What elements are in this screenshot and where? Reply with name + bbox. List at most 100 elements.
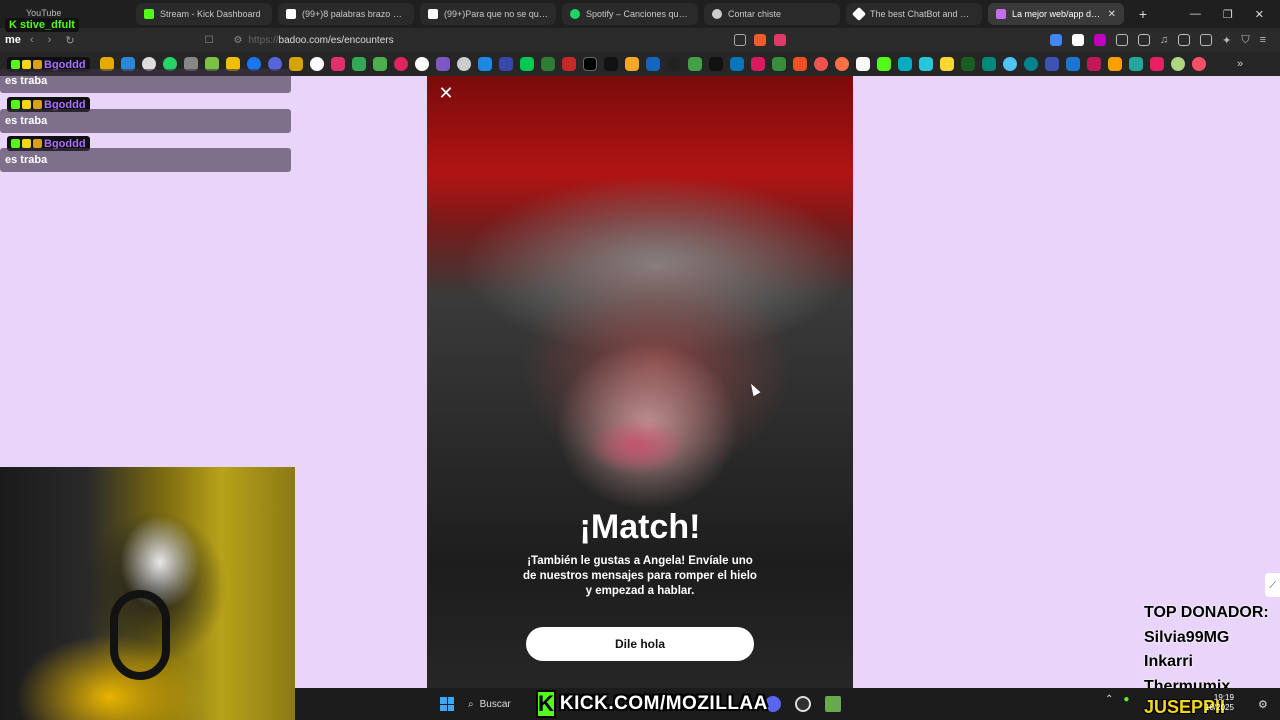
bookmark-icon[interactable] [751,57,765,71]
chat-message: es traba [0,148,291,172]
bookmark-icon[interactable] [982,57,996,71]
bookmark-icon[interactable] [562,57,576,71]
kick-icon: K [9,19,17,31]
tiktok-icon [286,9,296,19]
bookmark-icon[interactable] [625,57,639,71]
bookmark-icon[interactable] [667,57,681,71]
brave-rewards-icon[interactable] [773,34,786,46]
bookmark-icon[interactable] [373,57,387,71]
music-icon[interactable]: ♫ [1160,34,1168,47]
bookmark-icon[interactable] [814,57,828,71]
bookmark-icon[interactable] [520,57,534,71]
more-bookmarks-icon[interactable]: » [1237,58,1243,70]
bookmark-icon[interactable] [688,57,702,71]
bookmark-icon[interactable] [289,57,303,71]
bookmark-icon[interactable] [772,57,786,71]
headset-shape [110,590,170,680]
maps-icon[interactable] [352,57,366,71]
bookmark-icon[interactable] [1066,57,1080,71]
say-hello-button[interactable]: Dile hola [526,627,754,661]
bookmark-icon[interactable] [835,57,849,71]
microsoft-icon[interactable] [793,57,807,71]
bookmark-icon[interactable] [646,57,660,71]
match-subtitle: ¡También le gustas a Angela! Envíale uno… [523,555,757,597]
bookmark-icon[interactable] [1087,57,1101,71]
google-icon[interactable] [310,57,324,71]
url-field[interactable]: ⚙ https://badoo.com/es/encounters [234,35,394,46]
bookmark-icon[interactable] [1171,57,1185,71]
bookmark-icon[interactable] [415,57,429,71]
bookmark-star-icon[interactable]: ☐ [205,35,214,46]
bookmark-icon[interactable] [478,57,492,71]
minecraft-icon[interactable] [825,696,841,712]
minimize-button[interactable]: — [1190,8,1201,21]
tinder-icon[interactable] [1192,57,1206,71]
tab-badoo[interactable]: La mejor web/app de citas ✕ [988,3,1124,25]
vpn-shield-icon[interactable]: ⛉ [1241,34,1249,47]
new-tab-button[interactable]: + [1134,6,1152,22]
cast-icon[interactable] [733,34,746,46]
back-icon[interactable]: ‹ [30,34,34,47]
maximize-button[interactable]: ❐ [1223,8,1233,21]
tab-spotify[interactable]: Spotify – Canciones que te gustan [562,3,698,25]
chevron-up-icon[interactable]: ⌃ [1105,694,1113,705]
badoo-icon [996,9,1006,19]
obs-icon[interactable] [795,696,811,712]
bookmark-icon[interactable] [919,57,933,71]
leo-ai-icon[interactable]: ✦ [1222,34,1231,47]
bookmark-icon[interactable] [877,57,891,71]
side-panel-handle[interactable]: ⟋ [1265,573,1280,597]
translate-icon[interactable] [1049,33,1062,46]
site-info-icon[interactable]: ⚙ [234,35,243,46]
taskbar-search[interactable]: ⌕ Buscar [468,694,538,714]
bookmark-icon[interactable] [940,57,954,71]
close-window-button[interactable]: ✕ [1255,8,1264,21]
bookmark-icon[interactable] [541,57,555,71]
tab-chatbot-widgets[interactable]: The best ChatBot and Widgets [846,3,982,25]
bookmark-icon[interactable] [730,57,744,71]
chat-message-text: es traba [5,75,48,87]
tab-title: Spotify – Canciones que te gustan [586,9,690,19]
reload-icon[interactable]: ↻ [65,34,74,47]
taskbar-clock[interactable]: 19:19 10/2025 [1205,693,1234,713]
close-match-button[interactable]: ✕ [437,84,455,102]
sidebar-icon[interactable] [1178,33,1191,46]
bookmark-icon[interactable] [709,57,723,71]
banana-icon [22,60,31,69]
bookmark-icon[interactable] [961,57,975,71]
bookmark-icon[interactable] [1024,57,1038,71]
tiktok-icon[interactable] [604,57,618,71]
x-icon[interactable] [583,57,597,71]
bookmark-icon[interactable] [499,57,513,71]
puzzle-icon[interactable] [1115,33,1128,46]
bookmark-icon[interactable] [856,57,870,71]
tab-tiktok-1[interactable]: (99+)8 palabras brazo miserable [278,3,414,25]
extension-icon[interactable] [1093,33,1106,46]
ghost-tab-youtube: YouTube [26,8,62,18]
wallet-icon[interactable] [1200,33,1213,46]
bookmark-icon[interactable] [1108,57,1122,71]
spotify-icon [570,9,580,19]
bookmark-icon[interactable] [898,57,912,71]
start-button[interactable] [440,697,454,711]
bookmark-icon[interactable] [436,57,450,71]
bookmark-icon[interactable] [457,57,471,71]
extension-icon[interactable] [1071,33,1084,46]
bookmark-icon[interactable] [1003,57,1017,71]
brave-shield-icon[interactable] [753,34,766,46]
bookmark-icon[interactable] [1045,57,1059,71]
bookmark-icon[interactable] [1129,57,1143,71]
close-tab-icon[interactable]: ✕ [1108,9,1116,20]
tab-kick-dashboard[interactable]: Stream - Kick Dashboard [136,3,272,25]
notification-icon[interactable]: ⚙ [1258,698,1268,711]
tab-tiktok-2[interactable]: (99+)Para que no se quedara [420,3,556,25]
diamond-icon [851,6,867,22]
mic-icon[interactable]: ● [1123,694,1129,705]
instagram-icon[interactable] [331,57,345,71]
screenshot-icon[interactable] [1137,33,1150,46]
tab-contar-chiste[interactable]: Contar chiste [704,3,840,25]
bookmark-icon[interactable] [1150,57,1164,71]
bookmark-icon[interactable] [394,57,408,71]
forward-icon[interactable]: › [48,34,52,47]
menu-icon[interactable]: ≡ [1260,34,1266,47]
